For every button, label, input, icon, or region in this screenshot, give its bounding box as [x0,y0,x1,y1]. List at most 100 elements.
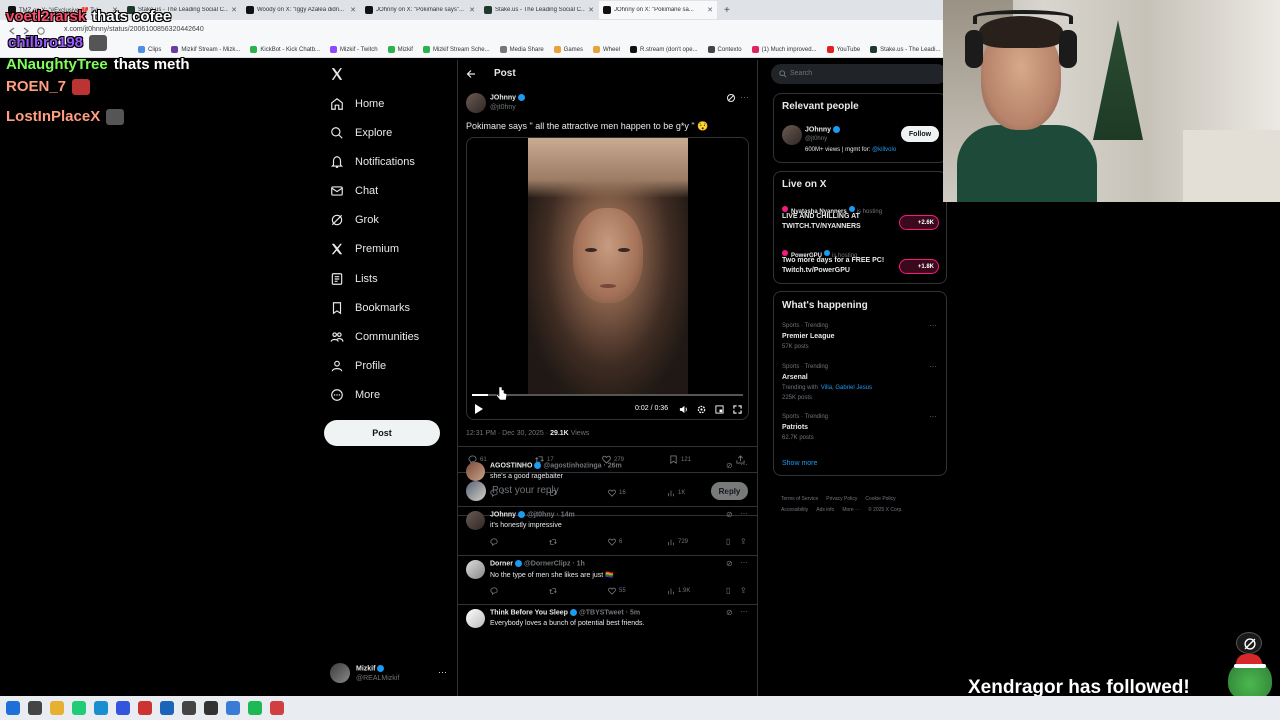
reply-bookmark-icon[interactable]: ▯ [726,586,730,595]
reply-bookmark-icon[interactable]: ▯ [726,488,730,497]
reply-handle[interactable]: @jt0hny · 14m [527,511,575,518]
views-button[interactable]: 729 [667,538,688,546]
reply-handle[interactable]: @DornerClipz · 1h [524,560,585,567]
views-button[interactable]: 1K [667,489,685,497]
live-title-line[interactable]: TWITCH.TV/NYANNERS [782,223,861,230]
chat-username[interactable]: ANaughtyTree [6,56,108,73]
bookmark-label[interactable]: Clips [148,47,161,53]
bookmark-label[interactable]: Games [564,47,583,53]
taskbar-app-icon[interactable] [226,701,240,715]
reply-author-name[interactable]: JOhnny [490,511,516,518]
live-title-line[interactable]: Twitch.tv/PowerGPU [782,267,850,274]
grok-icon[interactable]: ⊘ [726,461,733,470]
sidebar-item-grok[interactable]: Grok [330,210,379,230]
avatar[interactable] [466,511,485,530]
search-box[interactable]: Search [771,64,947,84]
live-listener-badge[interactable]: +1.8K [899,259,939,274]
taskbar-app-icon[interactable] [204,701,218,715]
relevant-name[interactable]: JOhnny [805,126,831,133]
reply-share-icon[interactable]: ⇪ [740,586,747,595]
taskbar-app-icon[interactable] [50,701,64,715]
repost-button[interactable] [549,587,560,595]
bookmark-item[interactable]: Wheel [593,46,620,53]
taskbar-app-icon[interactable] [6,701,20,715]
chat-username[interactable]: voetl2rarsk [6,8,86,25]
bookmark-label[interactable]: Mizkif Stream Sche... [433,47,490,53]
tab-title[interactable]: Woody on X: "Iggy Azalea didn... [257,7,347,13]
browser-tab[interactable]: JOhnny on X: "Pokimane says"... ✕ [361,1,479,19]
bookmark-label[interactable]: YouTube [837,47,861,53]
fullscreen-icon[interactable] [733,405,742,414]
more-dots-icon[interactable]: ··· [438,667,447,677]
chat-username[interactable]: LostInPlaceX [6,108,100,125]
repost-button[interactable] [549,538,560,546]
reply-button[interactable] [490,587,501,595]
taskbar-app-icon[interactable] [28,701,42,715]
footer-link[interactable]: © 2025 X Corp. [868,507,903,513]
browser-tab[interactable]: Stake.us - The Leading Social C... ✕ [480,1,598,19]
search-input[interactable]: Search [790,70,812,77]
sidebar-item-lists[interactable]: Lists [330,269,378,289]
sidebar-item-notifications[interactable]: Notifications [330,152,415,172]
avatar[interactable] [466,462,485,481]
tab-close-icon[interactable]: ✕ [469,6,475,14]
grok-icon[interactable]: ⊘ [726,559,733,568]
reply-more-icon[interactable]: ··· [740,558,748,567]
tab-close-icon[interactable]: ✕ [231,6,237,14]
browser-tab[interactable]: JOhnny on X: "Pokimane sa... ✕ [599,1,717,19]
bookmark-item[interactable]: Mizkif Stream - Mizk... [171,46,240,53]
avatar[interactable] [466,609,485,628]
bookmark-item[interactable]: Contexto [707,46,742,53]
back-arrow-icon[interactable] [466,69,476,79]
settings-gear-icon[interactable] [697,405,706,414]
reply-tweet[interactable]: AGOSTINHO @agostinhozinga · 26m ⊘ ··· she's … [458,458,757,507]
trend-more-icon[interactable]: ··· [929,321,937,330]
sidebar-item-profile[interactable]: Profile [330,356,386,376]
account-switcher[interactable]: Mizkif @REALMizkif ··· [330,663,450,687]
tab-title[interactable]: JOhnny on X: "Pokimane says"... [376,7,466,13]
grok-floating-icon[interactable] [1236,632,1262,654]
footer-link[interactable]: More ··· [842,507,860,513]
bookmark-label[interactable]: Wheel [603,47,620,53]
taskbar-app-icon[interactable] [72,701,86,715]
taskbar-app-icon[interactable] [138,701,152,715]
reply-author-name[interactable]: Think Before You Sleep [490,609,568,616]
volume-icon[interactable] [679,405,688,414]
post-author-handle[interactable]: @jt0hny [490,104,516,111]
taskbar-app-icon[interactable] [270,701,284,715]
bookmark-label[interactable]: Stake.us - The Leadi... [880,47,940,53]
sidebar-item-premium[interactable]: Premium [330,239,399,259]
avatar[interactable] [466,93,486,113]
taskbar-app-icon[interactable] [116,701,130,715]
post-timestamp[interactable]: 12:31 PM · Dec 30, 2025 · [466,430,548,437]
reply-share-icon[interactable]: ⇪ [740,537,747,546]
sidebar-item-home[interactable]: Home [330,94,384,114]
tab-title[interactable]: Stake.us - The Leading Social C... [495,7,585,13]
bookmark-item[interactable]: YouTube [826,46,861,53]
sidebar-item-explore[interactable]: Explore [330,123,392,143]
show-more-link[interactable]: Show more [782,460,817,467]
relevant-bio-link[interactable]: @killvolo [872,147,896,153]
tab-title[interactable]: JOhnny on X: "Pokimane sa... [614,7,704,13]
repost-button[interactable] [549,489,560,497]
trend-extra-link[interactable]: Villa, Gabriel Jesus [821,385,872,391]
bookmark-item[interactable]: Games [553,46,583,53]
bookmark-label[interactable]: KickBot - Kick Chatb... [260,47,320,53]
chat-username[interactable]: chilbro198 [8,34,83,51]
bookmark-item[interactable]: (1) Much improved... [751,46,817,53]
sidebar-item-bookmarks[interactable]: Bookmarks [330,298,410,318]
play-icon[interactable] [475,404,483,414]
live-listener-badge[interactable]: +2.6K [899,215,939,230]
post-more-icon[interactable]: ··· [740,92,749,102]
relevant-handle[interactable]: @jt0hny [805,136,827,142]
views-button[interactable]: 1.9K [667,587,690,595]
tab-close-icon[interactable]: ✕ [707,6,713,14]
live-title-line[interactable]: Two more days for a FREE PC! [782,257,884,264]
bookmark-label[interactable]: Contexto [718,47,742,53]
miniplayer-icon[interactable] [715,405,724,414]
bookmark-label[interactable]: Mizkif [398,47,413,53]
reply-more-icon[interactable]: ··· [740,607,748,616]
follow-button[interactable]: Follow [901,126,939,142]
post-author-name[interactable]: JOhnny [490,94,516,101]
x-logo-icon[interactable] [330,67,344,81]
